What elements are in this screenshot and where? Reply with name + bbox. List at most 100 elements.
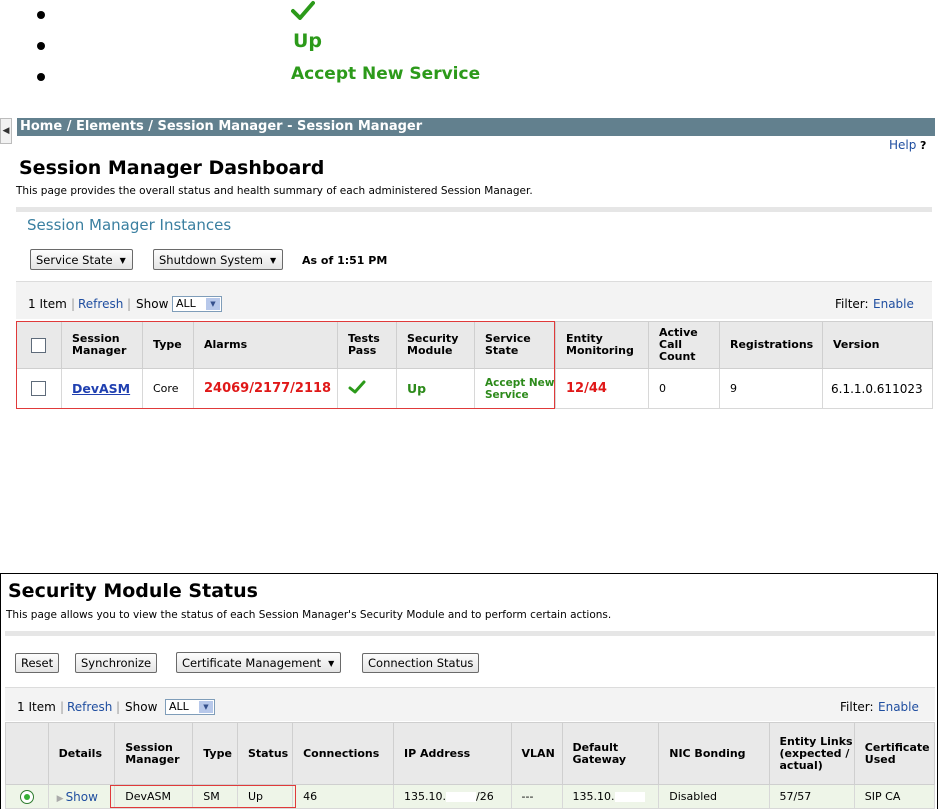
connection-status-button[interactable]: Connection Status (362, 653, 480, 673)
refresh-link[interactable]: Refresh (78, 297, 123, 311)
service-state-button[interactable]: Service State ▼ (30, 249, 133, 270)
bullet-dot (37, 11, 45, 19)
breadcrumb: Home / Elements / Session Manager - Sess… (17, 118, 935, 136)
column-header[interactable]: Session Manager (114, 722, 194, 785)
refresh-link[interactable]: Refresh (67, 700, 112, 714)
help-icon[interactable]: ? (920, 139, 926, 152)
item-count: 1 Item (17, 700, 56, 714)
as-of-timestamp: As of 1:51 PM (302, 254, 388, 267)
security-module-link[interactable]: Up (407, 381, 426, 396)
row-checkbox[interactable] (31, 381, 46, 396)
divider (5, 631, 935, 636)
column-header[interactable]: IP Address (392, 722, 512, 785)
type-cell: Core (142, 368, 194, 409)
reset-button[interactable]: Reset (15, 653, 60, 673)
security-module-status: Security Module Status This page allows … (0, 573, 938, 809)
expand-triangle-icon: ▶ (56, 793, 64, 804)
column-header[interactable]: Certificate Used (853, 722, 936, 785)
legend-label-up: Up (293, 30, 323, 52)
show-label: Show (136, 297, 169, 311)
entity-monitoring-cell: 12/44 (555, 368, 649, 409)
column-header[interactable]: Status (236, 722, 294, 785)
gateway-prefix: 135.10. (572, 790, 615, 803)
table-row[interactable]: ▶ Show DevASM SM Up 46 135.10. /26 --- 135… (5, 784, 936, 809)
shutdown-system-button[interactable]: Shutdown System ▼ (153, 249, 284, 270)
entity-monitoring-link[interactable]: 12/44 (566, 381, 607, 396)
filter-enable-link[interactable]: Enable (873, 297, 914, 311)
column-header[interactable]: Alarms (193, 321, 338, 369)
caret-down-icon: ▼ (119, 256, 126, 265)
synchronize-button[interactable]: Synchronize (75, 653, 158, 673)
column-header[interactable]: VLAN (510, 722, 563, 785)
select-all-checkbox[interactable] (31, 337, 46, 353)
service-state-cell: Accept New Service (474, 368, 556, 409)
row-radio-button[interactable] (20, 789, 34, 804)
legend-item-up: Up (0, 30, 600, 61)
column-header[interactable]: Default Gateway (561, 722, 660, 785)
column-header (5, 722, 49, 785)
checkmark-icon (291, 0, 315, 25)
show-details-link[interactable]: Show (66, 790, 98, 804)
ip-prefix: 135.10. (403, 790, 446, 803)
show-label: Show (125, 700, 158, 714)
default-gateway-cell: 135.10. (561, 784, 660, 809)
row-select-cell (5, 784, 49, 809)
status-cell: Up (236, 784, 294, 809)
column-header[interactable]: Tests Pass (337, 321, 397, 369)
toolbar-separator: | (60, 700, 65, 714)
legend-label-accept-new-service: Accept New Service (291, 64, 481, 84)
service-state-label: Service State (36, 253, 113, 267)
filter-enable-link[interactable]: Enable (878, 700, 919, 714)
show-select-value: ALL (176, 297, 196, 310)
help-link[interactable]: Help (889, 138, 916, 152)
ip-address-cell: 135.10. /26 (392, 784, 512, 809)
page-title: Session Manager Dashboard (19, 157, 325, 179)
column-header[interactable]: Type (142, 321, 194, 369)
toolbar-separator: | (116, 700, 121, 714)
certificate-management-button[interactable]: Certificate Management ▼ (176, 652, 342, 673)
column-header[interactable]: Details (47, 722, 116, 785)
column-header[interactable]: Service State (474, 321, 556, 369)
column-header[interactable]: Registrations (719, 321, 823, 369)
column-header[interactable]: Session Manager (61, 321, 143, 369)
column-header[interactable]: Connections (292, 722, 394, 785)
row-select-cell (16, 368, 62, 409)
table-toolbar: 1 Item | Refresh | Show ALL ▼ Filter: En… (16, 281, 932, 319)
section-title: Session Manager Instances (27, 216, 232, 234)
session-manager-link[interactable]: DevASM (72, 381, 130, 396)
caret-down-icon: ▼ (328, 659, 335, 668)
collapse-nav-button[interactable]: ◀ (0, 118, 12, 144)
column-header[interactable]: Active Call Count (648, 321, 720, 369)
chevron-down-icon: ▼ (199, 701, 213, 713)
alarms-link[interactable]: 24069/2177/2118 (204, 381, 331, 396)
session-manager-dashboard: ◀ Home / Elements / Session Manager - Se… (0, 112, 938, 412)
security-module-table: Details Session Manager Type Status Conn… (5, 722, 936, 809)
redacted-block (445, 792, 476, 802)
bullet-dot (37, 42, 45, 50)
nic-bonding-cell: Disabled (658, 784, 770, 809)
column-header[interactable]: NIC Bonding (658, 722, 770, 785)
vlan-cell: --- (510, 784, 563, 809)
filter-label: Filter: (835, 297, 869, 311)
page-description: This page allows you to view the status … (6, 609, 612, 621)
column-header[interactable]: Version (822, 321, 933, 369)
bullet-dot (37, 73, 45, 81)
certificate-management-label: Certificate Management (182, 656, 322, 670)
show-select[interactable]: ALL ▼ (165, 699, 215, 715)
column-header[interactable]: Type (192, 722, 238, 785)
column-header[interactable]: Security Module (396, 321, 475, 369)
item-count: 1 Item (28, 297, 67, 311)
select-all-header (16, 321, 62, 369)
session-manager-cell: DevASM (61, 368, 143, 409)
certificate-used-cell: SIP CA (853, 784, 936, 809)
table-row[interactable]: DevASM Core 24069/2177/2118 Up Accept Ne… (16, 368, 933, 409)
caret-down-icon: ▼ (269, 256, 277, 265)
entity-links-cell: 57/57 (768, 784, 855, 809)
table-header-row: Details Session Manager Type Status Conn… (5, 722, 936, 785)
security-module-cell: Up (396, 368, 475, 409)
session-manager-table: Session Manager Type Alarms Tests Pass S… (16, 321, 933, 409)
filter-label: Filter: (840, 700, 874, 714)
column-header[interactable]: Entity Links (expected / actual) (768, 722, 855, 785)
column-header[interactable]: Entity Monitoring (555, 321, 649, 369)
show-select[interactable]: ALL ▼ (172, 296, 222, 312)
